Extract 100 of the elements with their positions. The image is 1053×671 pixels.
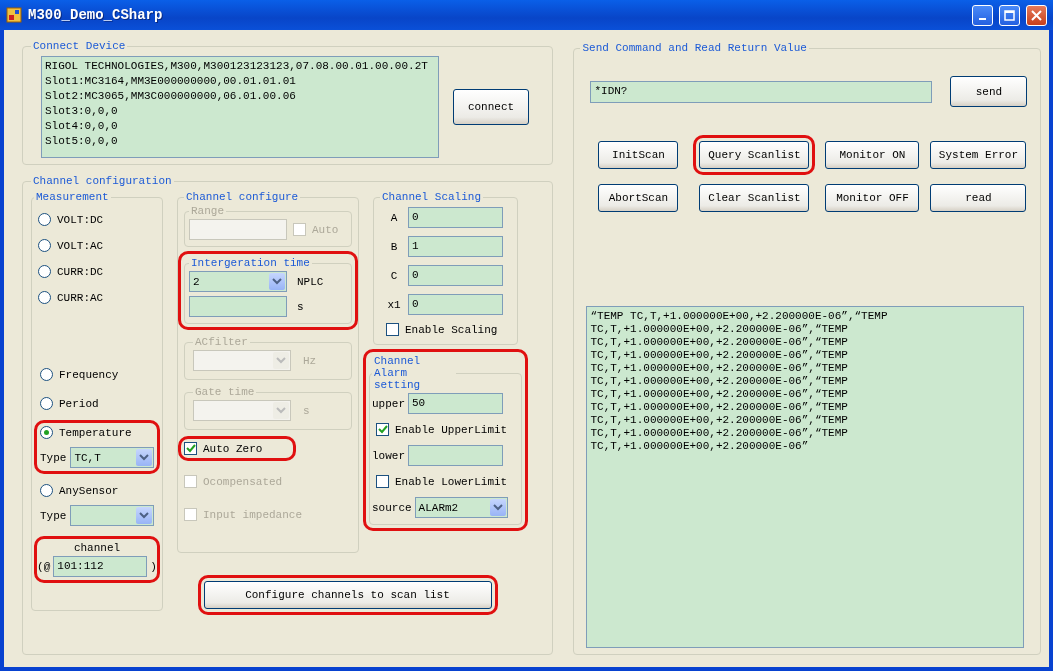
radio-label: Period bbox=[59, 397, 99, 410]
connect-button[interactable]: connect bbox=[453, 89, 529, 125]
range-field[interactable] bbox=[189, 219, 287, 240]
radio-label: Frequency bbox=[59, 368, 119, 381]
radio-button[interactable] bbox=[40, 426, 53, 439]
radio-label: CURR:DC bbox=[57, 265, 104, 278]
group-title: Channel configure bbox=[185, 191, 300, 203]
radio-option[interactable]: CURR:DC bbox=[38, 265, 156, 278]
checkbox-label: Enable LowerLimit bbox=[395, 475, 508, 488]
close-button[interactable] bbox=[1026, 4, 1047, 26]
radio-button[interactable] bbox=[40, 397, 53, 410]
dropdown[interactable]: ALARm2 bbox=[414, 497, 508, 518]
group-title: Intergeration time bbox=[190, 257, 311, 269]
coefficient-label: B bbox=[389, 240, 399, 253]
command-button[interactable]: Monitor ON bbox=[825, 141, 920, 169]
configure-channels-button[interactable]: Configure channels to scan list bbox=[203, 581, 492, 609]
command-field[interactable]: *IDN? bbox=[590, 80, 933, 103]
checkbox[interactable] bbox=[184, 442, 197, 455]
checkmark-icon bbox=[377, 425, 388, 434]
group-title: Gate time bbox=[194, 386, 256, 398]
command-button[interactable]: InitScan bbox=[598, 141, 679, 169]
upper-field[interactable]: 50 bbox=[408, 393, 503, 414]
checkbox[interactable] bbox=[376, 423, 389, 436]
minimize-button[interactable] bbox=[972, 4, 993, 26]
command-button[interactable]: Monitor OFF bbox=[825, 184, 920, 212]
group-title: Connect Device bbox=[32, 40, 127, 52]
command-button[interactable]: AbortScan bbox=[598, 184, 679, 212]
output-field[interactable]: “TEMP TC,T,+1.000000E+00,+2.200000E-06”,“TEMP TC,T,+1.000000E+00,+2.200000E-06”,“TEMP TC,T,+1.000000E+00,+2.200000E-06”,“TEMP TC,T,+1.000000E+00,+2.200000E-06”,“TEMP TC,T,+1.000000E+00,+2.200000E-06”,“TEMP TC,T,+1.000000E+00,+2.200000E-06”,“TEMP TC,T,+1.000000E+00,+2.200000E-06”,“TEMP TC,T,+1.000000E+00,+2.200000E-06”,“TEMP TC,T,+1.000000E+00,+2.200000E-06”,“TEMP TC,T,+1.000000E+00,+2.200000E-06”,“TEMP TC,T,+1.000000E+00,+2.200000E-06” bbox=[586, 306, 1024, 648]
radio-button[interactable] bbox=[38, 239, 51, 252]
dropdown[interactable]: 2 bbox=[189, 271, 287, 292]
type-label: Type bbox=[40, 509, 67, 522]
group-title: ACfilter bbox=[194, 336, 249, 348]
checkbox-label: Input impedance bbox=[203, 508, 303, 521]
group-title: Channel Scaling bbox=[381, 191, 483, 203]
source-label: source bbox=[372, 501, 412, 514]
coefficient-field[interactable]: 0 bbox=[408, 294, 503, 315]
radio-option[interactable]: AnySensor bbox=[40, 484, 154, 497]
radio-option[interactable]: Frequency bbox=[40, 368, 154, 381]
send-button[interactable]: send bbox=[950, 76, 1028, 107]
coefficient-label: A bbox=[389, 211, 399, 224]
group-title: Range bbox=[190, 205, 225, 217]
group-title: Send Command and Read Return Value bbox=[581, 42, 808, 54]
app-icon bbox=[6, 7, 22, 23]
chevron-down-icon bbox=[139, 512, 149, 519]
channel-prefix: (@ bbox=[37, 560, 51, 573]
radio-label: Temperature bbox=[59, 426, 132, 439]
seconds-field[interactable] bbox=[189, 296, 287, 317]
checkbox-label: Auto bbox=[312, 223, 339, 236]
radio-button[interactable] bbox=[40, 368, 53, 381]
channel-suffix: ) bbox=[150, 560, 157, 573]
radio-label: AnySensor bbox=[59, 484, 119, 497]
device-info-field[interactable]: RIGOL TECHNOLOGIES,M300,M300123123123,07.08.00.01.00.00.2T Slot1:MC3164,MM3E000000000,00.01.01.01 Slot2:MC3065,MM3C000000000,06.01.00.06 Slot3:0,0,0 Slot4:0,0,0 Slot5:0,0,0 bbox=[41, 56, 439, 158]
upper-label: upper bbox=[372, 397, 405, 410]
maximize-icon bbox=[1004, 9, 1015, 21]
chevron-down-icon bbox=[276, 407, 286, 414]
radio-label: VOLT:DC bbox=[57, 213, 104, 226]
maximize-button[interactable] bbox=[999, 4, 1020, 26]
radio-button[interactable] bbox=[38, 213, 51, 226]
coefficient-label: C bbox=[389, 269, 399, 282]
channel-field[interactable]: 101:112 bbox=[53, 556, 148, 577]
chevron-down-icon bbox=[276, 357, 286, 364]
coefficient-field[interactable]: 0 bbox=[408, 207, 503, 228]
command-button[interactable]: System Error bbox=[930, 141, 1027, 169]
close-icon bbox=[1031, 9, 1042, 21]
checkbox-label: Auto Zero bbox=[203, 442, 263, 455]
window-title: M300_Demo_CSharp bbox=[28, 7, 164, 23]
lower-field[interactable] bbox=[408, 445, 503, 466]
unit-label: s bbox=[303, 404, 310, 417]
checkbox-label: Ocompensated bbox=[203, 475, 283, 488]
dropdown[interactable]: TC,T bbox=[70, 447, 154, 468]
group-title: Channel configuration bbox=[32, 175, 173, 187]
unit-label: NPLC bbox=[297, 275, 324, 288]
radio-button[interactable] bbox=[40, 484, 53, 497]
minimize-icon bbox=[979, 18, 986, 20]
command-button[interactable]: Query Scanlist bbox=[699, 141, 810, 169]
checkbox[interactable] bbox=[386, 323, 399, 336]
command-button[interactable]: read bbox=[930, 184, 1027, 212]
radio-button[interactable] bbox=[38, 291, 51, 304]
checkbox-label: Enable UpperLimit bbox=[395, 423, 508, 436]
unit-label: s bbox=[297, 300, 304, 313]
radio-option[interactable]: Period bbox=[40, 397, 154, 410]
coefficient-field[interactable]: 0 bbox=[408, 265, 503, 286]
radio-option[interactable]: VOLT:DC bbox=[38, 213, 156, 226]
command-button[interactable]: Clear Scanlist bbox=[699, 184, 810, 212]
group-title: Channel Alarm setting bbox=[373, 355, 422, 391]
coefficient-field[interactable]: 1 bbox=[408, 236, 503, 257]
type-label: Type bbox=[40, 451, 67, 464]
radio-option[interactable]: VOLT:AC bbox=[38, 239, 156, 252]
channel-label: channel bbox=[73, 542, 121, 554]
chevron-down-icon bbox=[492, 504, 503, 511]
coefficient-label: x1 bbox=[386, 298, 402, 311]
radio-option[interactable]: Temperature bbox=[40, 426, 154, 439]
chevron-down-icon bbox=[272, 278, 282, 285]
radio-button[interactable] bbox=[38, 265, 51, 278]
checkbox[interactable] bbox=[376, 475, 389, 488]
radio-option[interactable]: CURR:AC bbox=[38, 291, 156, 304]
checkmark-icon bbox=[185, 444, 196, 453]
radio-label: CURR:AC bbox=[57, 291, 104, 304]
radio-label: VOLT:AC bbox=[57, 239, 104, 252]
group-title: Measurement bbox=[35, 191, 110, 203]
